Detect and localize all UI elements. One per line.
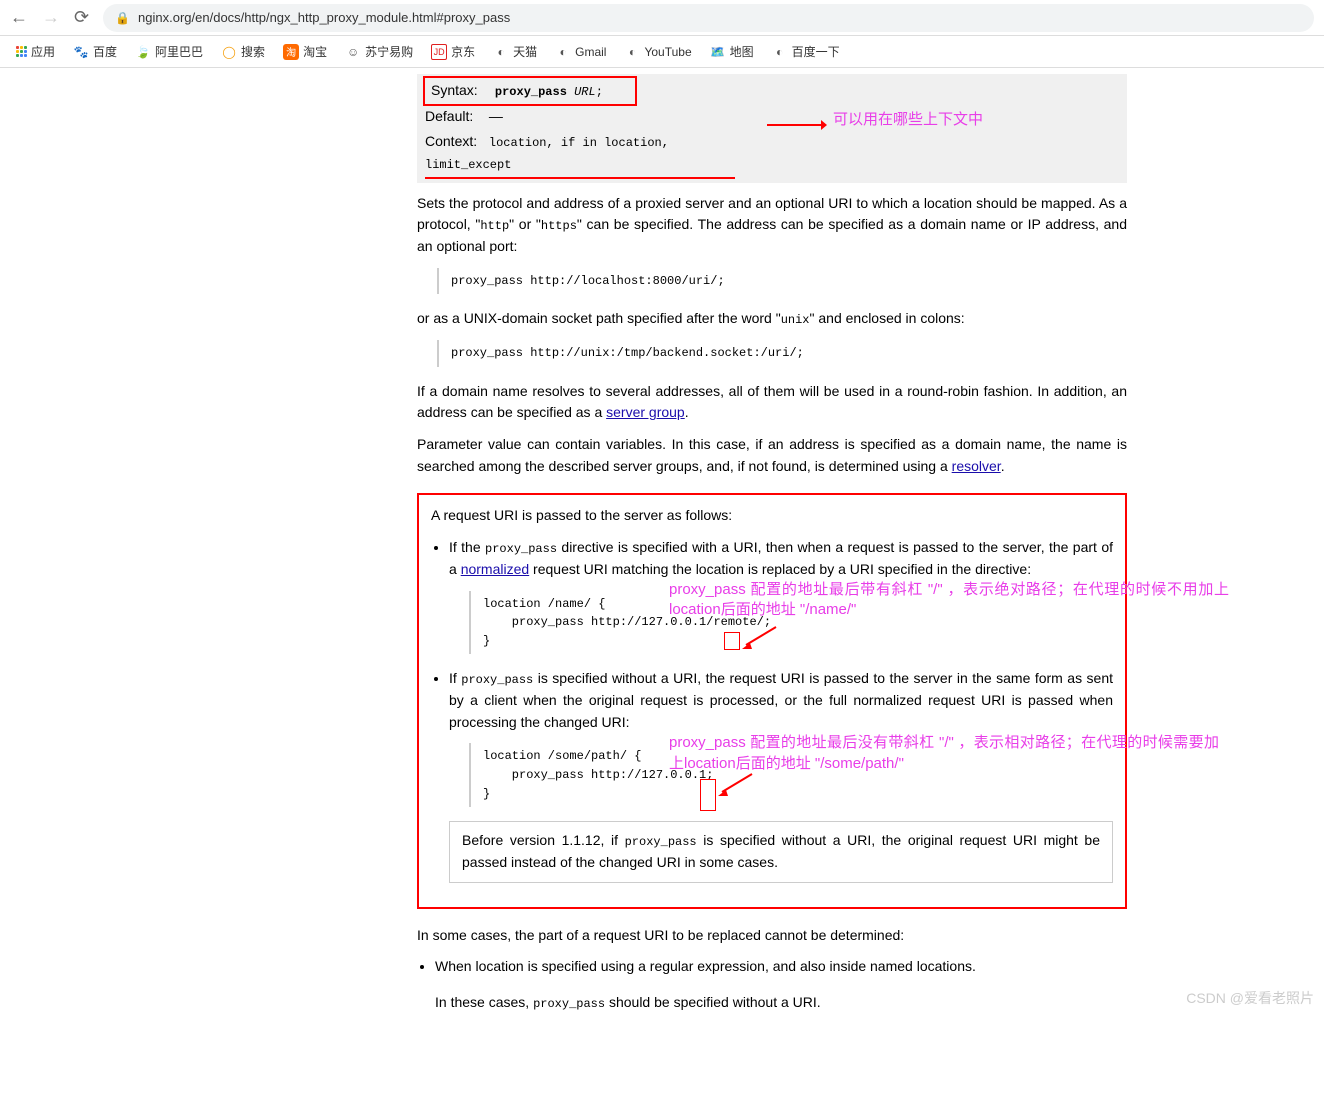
alibaba-icon: 🍃 <box>135 44 151 60</box>
bm-label: 搜索 <box>241 43 265 60</box>
doc-content: Syntax: proxy_pass URL; Default: — Conte… <box>417 68 1127 1014</box>
bm-label: YouTube <box>644 45 691 59</box>
reload-icon[interactable]: ⟳ <box>74 7 89 28</box>
highlighted-section: A request URI is passed to the server as… <box>417 493 1127 908</box>
url-text: nginx.org/en/docs/http/ngx_http_proxy_mo… <box>138 10 510 25</box>
bm-label: 百度 <box>93 43 117 60</box>
server-group-link[interactable]: server group <box>606 404 685 420</box>
context-row: Context: location, if in location, limit… <box>425 129 735 178</box>
normalized-link[interactable]: normalized <box>461 561 529 577</box>
bookmark-gmail[interactable]: ◐ Gmail <box>555 44 606 60</box>
back-icon[interactable]: ← <box>10 7 28 28</box>
suning-icon: ☺ <box>345 44 361 60</box>
bm-label: 地图 <box>730 43 754 60</box>
code-example-2: proxy_pass http://unix:/tmp/backend.sock… <box>437 340 1127 367</box>
address-bar[interactable]: 🔒 nginx.org/en/docs/http/ngx_http_proxy_… <box>103 4 1314 32</box>
bm-label: 应用 <box>31 43 55 60</box>
watermark: CSDN @爱看老照片 <box>1186 988 1314 1008</box>
syntax-label: Syntax: <box>431 80 491 102</box>
browser-toolbar: ← → ⟳ 🔒 nginx.org/en/docs/http/ngx_http_… <box>0 0 1324 36</box>
code-example-3: location /name/ { proxy_pass http://127.… <box>469 591 1113 655</box>
youtube-icon: ◐ <box>624 44 640 60</box>
bookmark-jd[interactable]: JD京东 <box>431 43 475 60</box>
apps-button[interactable]: 应用 <box>16 43 55 60</box>
resolver-link[interactable]: resolver <box>952 458 1001 474</box>
globe-icon: ◐ <box>772 44 788 60</box>
bm-label: 淘宝 <box>303 43 327 60</box>
gmail-icon: ◐ <box>555 44 571 60</box>
context-label: Context: <box>425 131 485 153</box>
list-item-with-uri: If the proxy_pass directive is specified… <box>449 537 1113 654</box>
bookmark-alibaba[interactable]: 🍃阿里巴巴 <box>135 43 203 60</box>
map-icon: 🗺️ <box>710 44 726 60</box>
bm-label: 阿里巴巴 <box>155 43 203 60</box>
default-row: Default: — <box>425 104 1119 130</box>
bookmark-baidu[interactable]: 🐾百度 <box>73 43 117 60</box>
list-item-without-uri: If proxy_pass is specified without a URI… <box>449 668 1113 882</box>
code-example-4: location /some/path/ { proxy_pass http:/… <box>469 743 1113 807</box>
bm-label: Gmail <box>575 45 606 59</box>
syntax-cmd: proxy_pass <box>495 85 567 99</box>
bm-label: 百度一下 <box>792 43 840 60</box>
version-note: Before version 1.1.12, if proxy_pass is … <box>449 821 1113 882</box>
bm-label: 京东 <box>451 43 475 60</box>
paragraph-dns: If a domain name resolves to several add… <box>417 381 1127 424</box>
jd-icon: JD <box>431 44 447 60</box>
bookmark-baidu2[interactable]: ◐百度一下 <box>772 43 840 60</box>
code-example-1: proxy_pass http://localhost:8000/uri/; <box>437 268 1127 295</box>
paragraph-uri-intro: A request URI is passed to the server as… <box>431 505 1113 527</box>
forward-icon[interactable]: → <box>42 7 60 28</box>
directive-box: Syntax: proxy_pass URL; Default: — Conte… <box>417 74 1127 183</box>
tmall-icon: ◐ <box>493 44 509 60</box>
apps-icon <box>16 46 27 57</box>
lock-icon: 🔒 <box>115 11 130 25</box>
bookmark-tmall[interactable]: ◐天猫 <box>493 43 537 60</box>
taobao-icon: 淘 <box>283 44 299 60</box>
list-item-regex: When location is specified using a regul… <box>435 956 1127 1013</box>
syntax-row: Syntax: proxy_pass URL; <box>425 78 635 104</box>
bm-label: 天猫 <box>513 43 537 60</box>
bookmark-suning[interactable]: ☺苏宁易购 <box>345 43 413 60</box>
paragraph-unix: or as a UNIX-domain socket path specifie… <box>417 308 1127 330</box>
bm-label: 苏宁易购 <box>365 43 413 60</box>
bookmark-youtube[interactable]: ◐ YouTube <box>624 44 691 60</box>
default-label: Default: <box>425 106 485 128</box>
bookmark-search[interactable]: ◯搜索 <box>221 43 265 60</box>
paragraph-variables: Parameter value can contain variables. I… <box>417 434 1127 477</box>
bookmark-bar: 应用 🐾百度 🍃阿里巴巴 ◯搜索 淘淘宝 ☺苏宁易购 JD京东 ◐天猫 ◐Gma… <box>0 36 1324 68</box>
paragraph-cases-intro: In some cases, the part of a request URI… <box>417 925 1127 947</box>
syntax-arg: URL <box>574 85 596 99</box>
default-value: — <box>489 108 503 124</box>
bookmark-taobao[interactable]: 淘淘宝 <box>283 43 327 60</box>
search-icon: ◯ <box>221 44 237 60</box>
bookmark-map[interactable]: 🗺️地图 <box>710 43 754 60</box>
paragraph-intro: Sets the protocol and address of a proxi… <box>417 193 1127 258</box>
baidu-icon: 🐾 <box>73 44 89 60</box>
